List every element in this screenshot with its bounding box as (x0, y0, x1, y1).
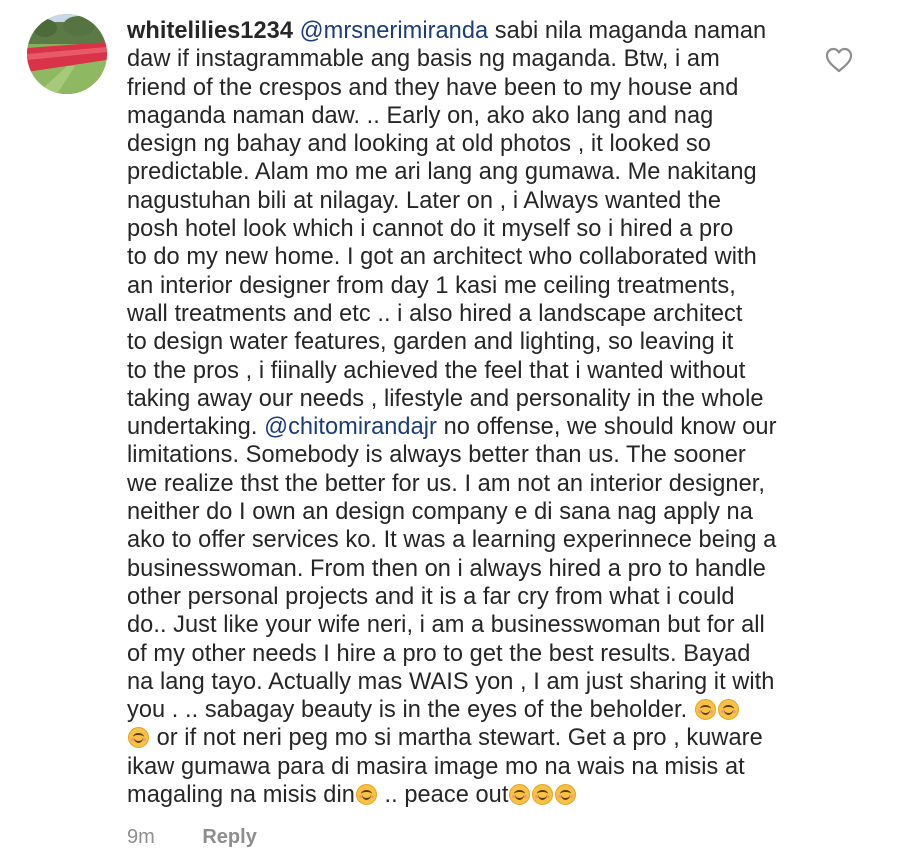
reply-button[interactable]: Reply (202, 826, 256, 849)
comment-line: wall treatments and etc .. i also hired … (127, 300, 743, 327)
comment-line: to the pros , i fiinally achieved the fe… (127, 357, 746, 384)
comment-text: magaling na misis din (127, 782, 355, 809)
comment-line: na lang tayo. Actually mas WAIS yon , I … (127, 668, 775, 695)
comment-line: undertaking. @chitomirandajr no offense,… (127, 413, 799, 441)
comment-line: design ng bahay and looking at old photo… (127, 131, 711, 158)
avatar[interactable] (27, 14, 107, 94)
comment-line: friend of the crespos and they have been… (127, 74, 739, 101)
comment-line: or if not neri peg mo si martha stewart.… (127, 724, 799, 752)
comment-line: ikaw gumawa para di masira image mo na w… (127, 753, 745, 780)
comment-line: an interior designer from day 1 kasi me … (127, 272, 736, 299)
mention-link[interactable]: @mrsnerimiranda (300, 18, 489, 44)
comment-line: taking away our needs , lifestyle and pe… (127, 385, 764, 412)
heart-outline-icon (825, 47, 853, 73)
comment-line: to design water features, garden and lig… (127, 329, 734, 356)
comment-line: magaling na misis din .. peace out (127, 781, 799, 809)
comment-line: we realize thst the better for us. I am … (127, 470, 765, 497)
smiling-face-emoji-icon (555, 784, 577, 806)
comment-timestamp: 9m (127, 826, 155, 848)
avatar-image (27, 14, 107, 94)
comment-line: daw if instagrammable ang basis ng magan… (127, 46, 720, 73)
comment-line: other personal projects and it is a far … (127, 583, 735, 610)
comment-line: neither do I own an design company e di … (127, 499, 753, 526)
comment-text: undertaking. (127, 414, 265, 441)
comment-line: nagustuhan bili at nilagay. Later on , i… (127, 187, 721, 214)
comment-line: ako to offer services ko. It was a learn… (127, 527, 777, 554)
like-button[interactable] (825, 47, 853, 73)
comment-line: predictable. Alam mo me ari lang ang gum… (127, 159, 757, 186)
smiling-face-emoji-icon (128, 727, 149, 749)
comment-line: you . .. sabagay beauty is in the eyes o… (127, 696, 799, 724)
smiling-face-emoji-icon (532, 784, 554, 806)
comment-line: limitations. Somebody is always better t… (127, 442, 746, 469)
mention-link[interactable]: @chitomirandajr (264, 414, 437, 440)
comment-username[interactable]: whitelilies1234 (127, 18, 293, 44)
comment-text: or if not neri peg mo si martha stewart.… (150, 725, 763, 752)
comment-text: sabi nila maganda naman (488, 18, 767, 44)
comment-line: to do my new home. I got an architect wh… (127, 244, 757, 271)
comment-line: businesswoman. From then on i always hir… (127, 555, 766, 582)
comment-text: .. peace out (377, 782, 509, 809)
comment-line: do.. Just like your wife neri, i am a bu… (127, 612, 765, 639)
comment-line: whitelilies1234 @mrsnerimiranda sabi nil… (127, 17, 799, 45)
comment-line: posh hotel look which i cannot do it mys… (127, 216, 734, 243)
comment-meta: 9m Reply (127, 826, 257, 849)
comment-line: of my other needs I hire a pro to get th… (127, 640, 751, 667)
comment-text: you . .. sabagay beauty is in the eyes o… (127, 697, 694, 724)
comment-body: whitelilies1234 @mrsnerimiranda sabi nil… (127, 17, 799, 809)
comment-line: maganda naman daw. .. Early on, ako ako … (127, 102, 714, 129)
smiling-face-emoji-icon (717, 699, 739, 721)
smiling-face-emoji-icon (355, 784, 377, 806)
comment: whitelilies1234 @mrsnerimiranda sabi nil… (0, 0, 900, 865)
smiling-face-emoji-icon (694, 699, 716, 721)
smiling-face-emoji-icon (509, 784, 531, 806)
comment-text: no offense, we should know our (436, 414, 777, 441)
